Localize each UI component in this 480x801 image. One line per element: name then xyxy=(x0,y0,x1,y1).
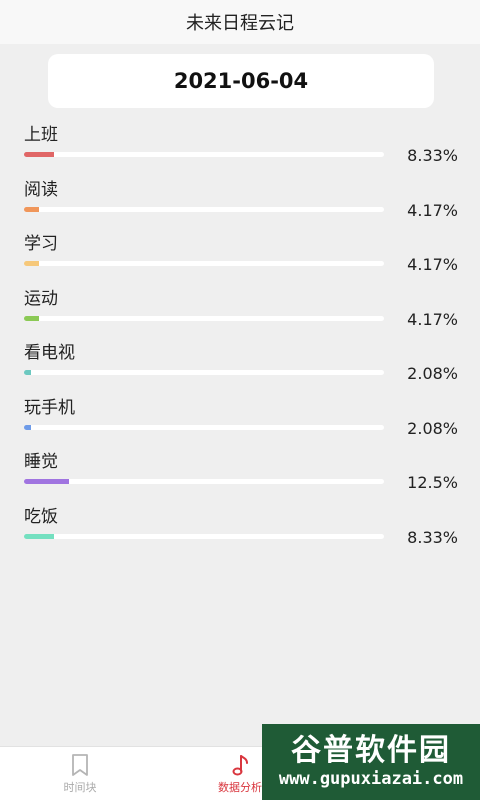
stat-row-sleep: 睡觉 12.5% xyxy=(0,445,480,500)
progress-track xyxy=(24,152,384,157)
progress-fill xyxy=(24,315,39,321)
tab-label: 时间块 xyxy=(63,781,97,794)
stat-label: 吃饭 xyxy=(24,506,58,527)
stat-row-tv: 看电视 2.08% xyxy=(0,336,480,391)
progress-fill xyxy=(24,533,54,539)
progress-track xyxy=(24,370,384,375)
watermark-url: www.gupuxiazai.com xyxy=(278,769,464,789)
stat-percent: 4.17% xyxy=(407,309,458,329)
progress-fill xyxy=(24,370,32,375)
progress-track xyxy=(24,533,384,539)
stat-percent: 8.33% xyxy=(407,527,458,547)
stat-percent: 12.5% xyxy=(407,473,458,492)
stat-percent: 4.17% xyxy=(407,200,458,220)
progress-track xyxy=(24,206,384,212)
stat-percent: 8.33% xyxy=(407,146,458,165)
stat-row-exercise: 运动 4.17% xyxy=(0,282,480,337)
stat-label: 运动 xyxy=(24,288,58,309)
progress-track xyxy=(24,424,384,430)
stats-list: 上班 8.33% 阅读 4.17% 学习 4.17% 运动 4.17% 看电视 … xyxy=(0,118,480,554)
stat-row-reading: 阅读 4.17% xyxy=(0,173,480,228)
progress-fill xyxy=(24,424,32,430)
app-header: 未来日程云记 xyxy=(0,0,480,44)
stat-label: 学习 xyxy=(24,234,58,254)
watermark-title: 谷普软件园 xyxy=(291,733,451,768)
progress-fill xyxy=(24,479,69,484)
progress-fill xyxy=(24,152,54,157)
progress-fill xyxy=(24,261,39,266)
date-value: 2021-06-04 xyxy=(173,69,309,93)
progress-track xyxy=(24,261,384,266)
stat-percent: 4.17% xyxy=(407,255,458,274)
progress-track xyxy=(24,315,384,321)
stat-label: 睡觉 xyxy=(24,452,58,472)
music-note-icon xyxy=(232,755,248,776)
stat-percent: 2.08% xyxy=(407,418,458,438)
app-title: 未来日程云记 xyxy=(186,13,294,34)
tab-label: 数据分析 xyxy=(218,781,262,794)
tab-time-blocks[interactable]: 时间块 xyxy=(0,747,160,801)
date-selector[interactable]: 2021-06-04 xyxy=(48,54,434,108)
stat-row-work: 上班 8.33% xyxy=(0,118,480,173)
stat-label: 阅读 xyxy=(24,179,58,200)
stat-label: 上班 xyxy=(24,125,58,145)
stat-row-meal: 吃饭 8.33% xyxy=(0,500,480,555)
stat-label: 玩手机 xyxy=(24,397,75,418)
progress-track xyxy=(24,479,384,484)
stat-label: 看电视 xyxy=(24,343,75,363)
stat-percent: 2.08% xyxy=(407,364,458,383)
watermark-logo: 谷普软件园 www.gupuxiazai.com xyxy=(262,724,480,800)
stat-row-phone: 玩手机 2.08% xyxy=(0,391,480,446)
progress-fill xyxy=(24,206,39,212)
stat-row-study: 学习 4.17% xyxy=(0,227,480,282)
bookmark-icon xyxy=(72,754,88,776)
